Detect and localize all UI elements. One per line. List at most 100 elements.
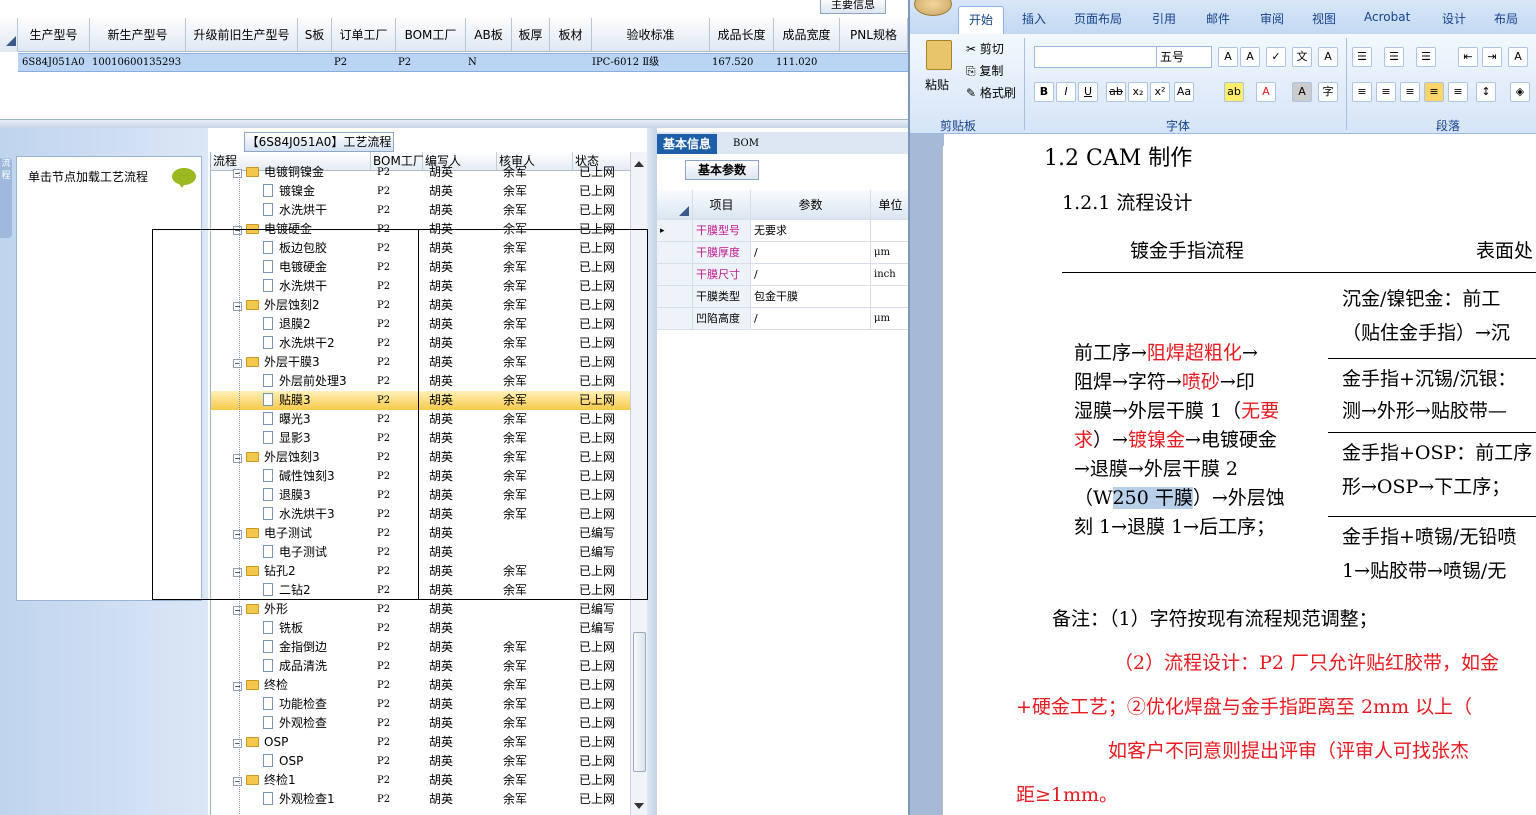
shrink-font-icon[interactable]: A <box>1240 47 1260 67</box>
table-cell-right[interactable] <box>418 229 648 600</box>
tree-item-row[interactable]: 镀镍金 P2 胡英 余军 已上网 <box>211 182 630 201</box>
param-value[interactable]: / <box>751 242 871 264</box>
copy-button[interactable]: ⎘ 复制 <box>966 62 1003 79</box>
col-header[interactable]: S板 <box>298 18 332 52</box>
tree-item-row[interactable]: OSP P2 胡英 余军 已上网 <box>211 752 630 771</box>
tree-node-label: 成品清洗 <box>279 659 328 673</box>
params-header-value[interactable]: 参数 <box>751 190 871 220</box>
phonetic-icon[interactable]: 文 <box>1292 47 1312 67</box>
splitter-vertical[interactable] <box>647 128 657 815</box>
paste-icon[interactable] <box>926 40 952 70</box>
change-case-icon[interactable]: Aa <box>1174 82 1194 102</box>
param-value[interactable]: / <box>751 264 871 286</box>
table-cell-left[interactable] <box>152 229 419 600</box>
multilevel-icon[interactable]: ☰ <box>1416 47 1436 67</box>
subscript-icon[interactable]: x₂ <box>1128 82 1148 102</box>
tab-mailings[interactable]: 邮件 <box>1206 10 1230 27</box>
scroll-thumb[interactable] <box>633 632 646 772</box>
tree-cell-name: − OSP <box>211 733 371 752</box>
params-header-item[interactable]: 项目 <box>693 190 751 220</box>
collapse-icon[interactable]: − <box>233 682 242 691</box>
tab-acrobat[interactable]: Acrobat <box>1364 10 1410 24</box>
paste-button[interactable]: 粘贴 <box>925 76 949 93</box>
align-center-icon[interactable]: ≡ <box>1376 82 1396 102</box>
collapse-icon[interactable]: − <box>233 777 242 786</box>
distributed-icon[interactable]: ≡ <box>1448 82 1468 102</box>
params-header-unit[interactable]: 单位 <box>871 190 908 220</box>
tab-basic-info[interactable]: 基本信息 <box>657 134 718 154</box>
char-shading-icon[interactable]: A <box>1292 82 1312 102</box>
chinese-layout-icon[interactable]: A <box>1508 47 1528 67</box>
font-color-icon[interactable]: A <box>1256 82 1276 102</box>
col-header[interactable]: 成品宽度 <box>774 18 840 52</box>
tree-item-row[interactable]: 铣板 P2 胡英 已编写 <box>211 619 630 638</box>
param-value[interactable]: 包金干膜 <box>751 286 871 308</box>
format-painter-button[interactable]: ✎ 格式刷 <box>966 84 1016 101</box>
col-header[interactable]: 验收标准 <box>592 18 710 52</box>
tab-main-info[interactable]: 主要信息 <box>820 0 886 14</box>
col-header[interactable]: 新生产型号 <box>90 18 186 52</box>
tab-references[interactable]: 引用 <box>1152 10 1176 27</box>
tree-folder-row[interactable]: − 电镀铜镍金 P2 胡英 余军 已上网 <box>211 163 630 182</box>
tree-folder-row[interactable]: − OSP P2 胡英 余军 已上网 <box>211 733 630 752</box>
tree-item-row[interactable]: 外观检查 P2 胡英 余军 已上网 <box>211 714 630 733</box>
tree-item-row[interactable]: 金指倒边 P2 胡英 余军 已上网 <box>211 638 630 657</box>
tree-item-row[interactable]: 功能检查 P2 胡英 余军 已上网 <box>211 695 630 714</box>
underline-icon[interactable]: U <box>1078 82 1098 102</box>
col-header[interactable]: BOM工厂 <box>396 18 466 52</box>
cut-button[interactable]: ✂ 剪切 <box>966 40 1004 57</box>
col-header[interactable]: 板材 <box>550 18 592 52</box>
tree-folder-row[interactable]: − 终检1 P2 胡英 余军 已上网 <box>211 771 630 790</box>
bold-icon[interactable]: B <box>1034 82 1054 102</box>
italic-icon[interactable]: I <box>1056 82 1076 102</box>
tab-bom[interactable]: BOM <box>727 134 765 154</box>
strikethrough-icon[interactable]: ab <box>1106 82 1126 102</box>
tree-item-row[interactable]: 外观检查1 P2 胡英 余军 已上网 <box>211 790 630 809</box>
numbering-icon[interactable]: ☰ <box>1384 47 1404 67</box>
col-header[interactable]: 板厚 <box>512 18 550 52</box>
col-header[interactable]: 订单工厂 <box>332 18 396 52</box>
tab-review[interactable]: 审阅 <box>1260 10 1284 27</box>
col-header[interactable]: 成品长度 <box>710 18 774 52</box>
collapse-icon[interactable]: − <box>233 739 242 748</box>
justify-icon[interactable]: ≡ <box>1424 82 1444 102</box>
decrease-indent-icon[interactable]: ⇤ <box>1458 47 1478 67</box>
collapse-icon[interactable]: − <box>233 606 242 615</box>
bullets-icon[interactable]: ☰ <box>1352 47 1372 67</box>
tab-table-layout[interactable]: 布局 <box>1494 10 1518 27</box>
param-value[interactable]: 无要求 <box>751 220 871 242</box>
font-size-combo[interactable]: 五号 <box>1156 46 1212 68</box>
superscript-icon[interactable]: x² <box>1150 82 1170 102</box>
tab-basic-params[interactable]: 基本参数 <box>685 160 759 180</box>
align-left-icon[interactable]: ≡ <box>1352 82 1372 102</box>
clear-format-icon[interactable]: ✓ <box>1266 47 1286 67</box>
tab-view[interactable]: 视图 <box>1312 10 1336 27</box>
tree-item-row[interactable]: 水洗烘干 P2 胡英 余军 已上网 <box>211 201 630 220</box>
align-right-icon[interactable]: ≡ <box>1400 82 1420 102</box>
highlight-icon[interactable]: ab <box>1224 82 1244 102</box>
collapse-icon[interactable]: − <box>233 169 242 178</box>
param-value[interactable]: / <box>751 308 871 330</box>
col-header[interactable]: 升级前旧生产型号 <box>186 18 298 52</box>
tree-folder-row[interactable]: − 终检 P2 胡英 余军 已上网 <box>211 676 630 695</box>
col-header[interactable]: AB板 <box>466 18 512 52</box>
splitter-horizontal[interactable] <box>0 120 908 128</box>
side-tab[interactable]: 流程 <box>0 158 12 238</box>
col-header[interactable]: PNL规格 <box>840 18 908 52</box>
tab-layout[interactable]: 页面布局 <box>1074 10 1122 27</box>
increase-indent-icon[interactable]: ⇥ <box>1482 47 1502 67</box>
tab-insert[interactable]: 插入 <box>1022 10 1046 27</box>
char-border-icon[interactable]: A <box>1318 47 1338 67</box>
grow-font-icon[interactable]: A <box>1218 47 1238 67</box>
shading-icon[interactable]: ◈ <box>1510 82 1530 102</box>
scroll-up-icon[interactable] <box>634 156 644 167</box>
scroll-down-icon[interactable] <box>634 803 644 814</box>
tab-home[interactable]: 开始 <box>958 6 1004 34</box>
office-button-icon[interactable] <box>914 0 952 16</box>
tree-folder-row[interactable]: − 外形 P2 胡英 已编写 <box>211 600 630 619</box>
line-spacing-icon[interactable]: ↕ <box>1476 82 1496 102</box>
col-header[interactable]: 生产型号 <box>18 18 90 52</box>
enclose-char-icon[interactable]: 字 <box>1318 82 1338 102</box>
tab-design[interactable]: 设计 <box>1442 10 1466 27</box>
tree-item-row[interactable]: 成品清洗 P2 胡英 余军 已上网 <box>211 657 630 676</box>
